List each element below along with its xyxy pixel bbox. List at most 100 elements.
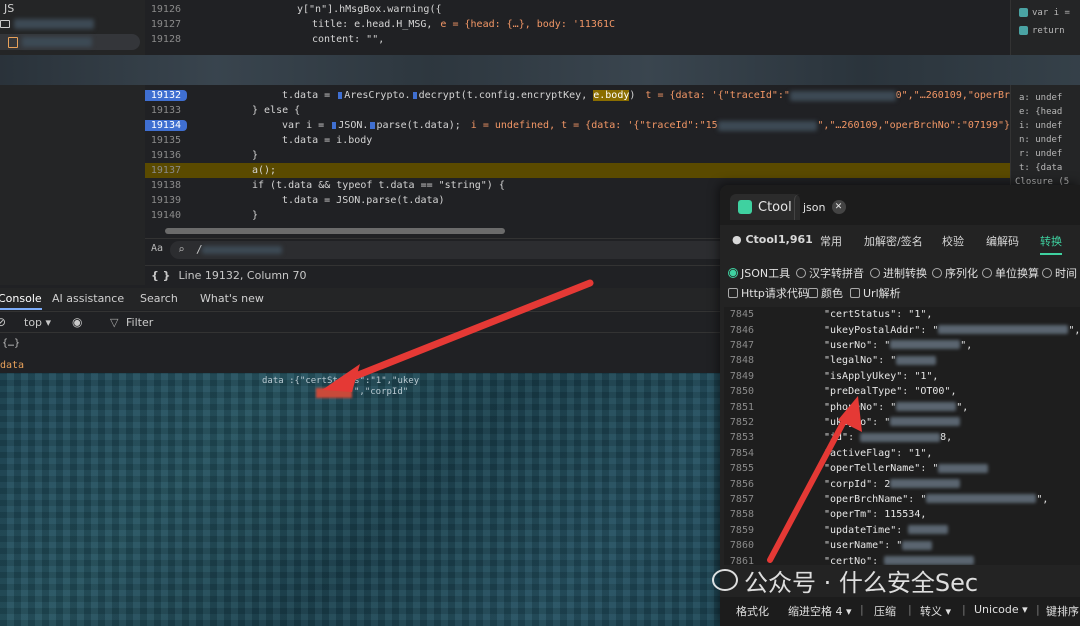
tab-whats-new[interactable]: What's new bbox=[200, 292, 264, 305]
console-snippet: data :{"certStatus":"1","ukey bbox=[262, 376, 420, 386]
redacted-value bbox=[890, 340, 961, 350]
ctool-title: Ctool bbox=[758, 199, 792, 215]
breakpoint-dot-icon[interactable] bbox=[412, 92, 417, 99]
tree-folder-row[interactable] bbox=[0, 16, 94, 32]
braces-icon[interactable]: { } bbox=[151, 269, 171, 282]
breakpoint-dot-icon[interactable] bbox=[338, 92, 343, 99]
watch-row[interactable]: return bbox=[1019, 26, 1065, 36]
eye-icon[interactable]: ◉ bbox=[72, 315, 82, 329]
json-line-code: "id": 8, bbox=[824, 432, 953, 444]
radio-base[interactable]: 进制转换 bbox=[870, 265, 927, 281]
nav-common[interactable]: 常用 bbox=[820, 233, 842, 249]
compress-button[interactable]: 压缩 bbox=[874, 603, 896, 619]
breakpoint-dot-icon[interactable] bbox=[332, 122, 337, 129]
radio-pinyin[interactable]: 汉字转拼音 bbox=[796, 265, 864, 281]
nav-label: Ctool bbox=[745, 233, 778, 246]
indent-select[interactable]: 缩进空格 4 ▾ bbox=[788, 603, 852, 619]
line-number[interactable]: 19137 bbox=[145, 165, 187, 176]
nav-crypto[interactable]: 加解密/签名 bbox=[864, 233, 923, 249]
scope-var[interactable]: a: undef bbox=[1019, 93, 1062, 103]
inline-value: i = undefined, t = {data: '{"traceId":"1… bbox=[470, 120, 718, 131]
unicode-select[interactable]: Unicode ▾ bbox=[974, 603, 1028, 616]
inline-value: ","…260109,"operBrchNo":"07199"} bbox=[817, 120, 1010, 131]
line-number[interactable]: 19127 bbox=[145, 19, 187, 30]
radio-label: 序列化 bbox=[945, 267, 978, 280]
horizontal-scrollbar[interactable] bbox=[165, 228, 505, 234]
line-number[interactable]: 19133 bbox=[145, 105, 187, 116]
scope-var[interactable]: i: undef bbox=[1019, 121, 1062, 131]
nav-verify[interactable]: 校验 bbox=[942, 233, 964, 249]
json-value-tail: 8, bbox=[940, 432, 953, 444]
json-editor[interactable]: 7845 "certStatus": "1", 7846 "ukeyPostalAdd… bbox=[724, 307, 1080, 565]
code-text: } else { bbox=[252, 105, 301, 116]
line-number[interactable]: 19140 bbox=[145, 210, 187, 221]
json-line: 7847 "userNo": " ", bbox=[724, 338, 1080, 353]
nav-github[interactable]: ● Ctool bbox=[732, 233, 778, 246]
radio-time[interactable]: 时间 bbox=[1042, 265, 1077, 281]
console-collapsed-object[interactable]: {…} bbox=[2, 338, 20, 349]
line-number[interactable]: 19128 bbox=[145, 34, 187, 45]
check-url-parse[interactable]: Url解析 bbox=[850, 285, 901, 301]
radio-serialize[interactable]: 序列化 bbox=[932, 265, 978, 281]
check-http-code[interactable]: Http请求代码 bbox=[728, 285, 809, 301]
breakpoint-dot-icon[interactable] bbox=[370, 122, 375, 129]
nav-star-count: 1,961 bbox=[778, 233, 813, 246]
radio-unit[interactable]: 单位换算 bbox=[982, 265, 1039, 281]
line-number[interactable]: 19139 bbox=[145, 195, 187, 206]
ctool-json-tab[interactable]: json ✕ bbox=[794, 194, 854, 220]
tab-console[interactable]: Console bbox=[0, 292, 42, 310]
line-number[interactable]: 19138 bbox=[145, 180, 187, 191]
radio-icon bbox=[932, 268, 942, 278]
json-line-code: "updateTime": bbox=[758, 525, 949, 536]
scope-var[interactable]: e: {head bbox=[1019, 107, 1062, 117]
json-line-number: 7853 bbox=[729, 432, 754, 444]
tree-file-row-selected[interactable] bbox=[0, 34, 140, 50]
code-line: 19136 } bbox=[145, 148, 1010, 163]
json-key: "corpId" bbox=[824, 478, 873, 490]
folder-label: JS bbox=[4, 1, 15, 15]
ctool-home-tab[interactable]: Ctool bbox=[730, 194, 800, 220]
ctool-logo-icon bbox=[738, 200, 752, 214]
scope-var[interactable]: t: {data bbox=[1019, 163, 1062, 173]
scope-var[interactable]: r: undef bbox=[1019, 149, 1062, 159]
unicode-label: Unicode bbox=[974, 603, 1019, 616]
code-text: AresCrypto. bbox=[344, 90, 411, 101]
watch-row[interactable]: var i = bbox=[1019, 8, 1070, 18]
scope-var[interactable]: n: undef bbox=[1019, 135, 1062, 145]
line-number[interactable]: 19135 bbox=[145, 135, 187, 146]
clear-console-icon[interactable]: ⊘ bbox=[0, 315, 6, 329]
tab-ai-assistance[interactable]: AI assistance bbox=[52, 292, 124, 305]
nav-codec[interactable]: 编解码 bbox=[986, 233, 1019, 249]
key-sort-button[interactable]: 键排序 bbox=[1046, 603, 1079, 619]
file-icon bbox=[8, 36, 18, 48]
escape-select[interactable]: 转义 ▾ bbox=[920, 603, 951, 619]
radio-label: 单位换算 bbox=[995, 267, 1039, 280]
filter-input[interactable]: Filter bbox=[126, 316, 153, 329]
line-number[interactable]: 19126 bbox=[145, 4, 187, 15]
radio-json-tool[interactable]: JSON工具 bbox=[728, 265, 790, 281]
format-button[interactable]: 格式化 bbox=[736, 603, 769, 619]
json-key: "isApplyUkey" bbox=[824, 370, 903, 382]
json-key: "ukeyPostalAddr" bbox=[824, 324, 921, 336]
line-number[interactable]: 19136 bbox=[145, 150, 187, 161]
context-select[interactable]: top ▾ bbox=[24, 316, 51, 329]
tab-search[interactable]: Search bbox=[140, 292, 178, 305]
json-line-number: 7851 bbox=[729, 401, 754, 413]
close-icon[interactable]: ✕ bbox=[831, 200, 846, 214]
json-line-number: 7847 bbox=[729, 339, 754, 351]
breakpoint-marker[interactable]: 19132 bbox=[145, 90, 187, 101]
check-color[interactable]: 颜色 bbox=[808, 285, 843, 301]
checkbox-icon[interactable] bbox=[1019, 8, 1028, 17]
radio-icon bbox=[1042, 268, 1052, 278]
nav-convert[interactable]: 转换 bbox=[1040, 233, 1062, 255]
match-case-icon[interactable]: Aa bbox=[151, 243, 163, 254]
code-text: var i = bbox=[282, 120, 331, 131]
json-line: 7854 "activeFlag": "1", bbox=[724, 446, 1080, 461]
json-line: 7853 "id": 8, bbox=[724, 430, 1080, 445]
json-line-number: 7849 bbox=[729, 370, 754, 382]
breakpoint-marker[interactable]: 19134 bbox=[145, 120, 187, 131]
separator: | bbox=[1036, 603, 1040, 616]
code-line-paused: 19137 a(); bbox=[145, 163, 1010, 178]
checkbox-icon[interactable] bbox=[1019, 26, 1028, 35]
tree-folder-js[interactable]: JS bbox=[4, 0, 14, 16]
